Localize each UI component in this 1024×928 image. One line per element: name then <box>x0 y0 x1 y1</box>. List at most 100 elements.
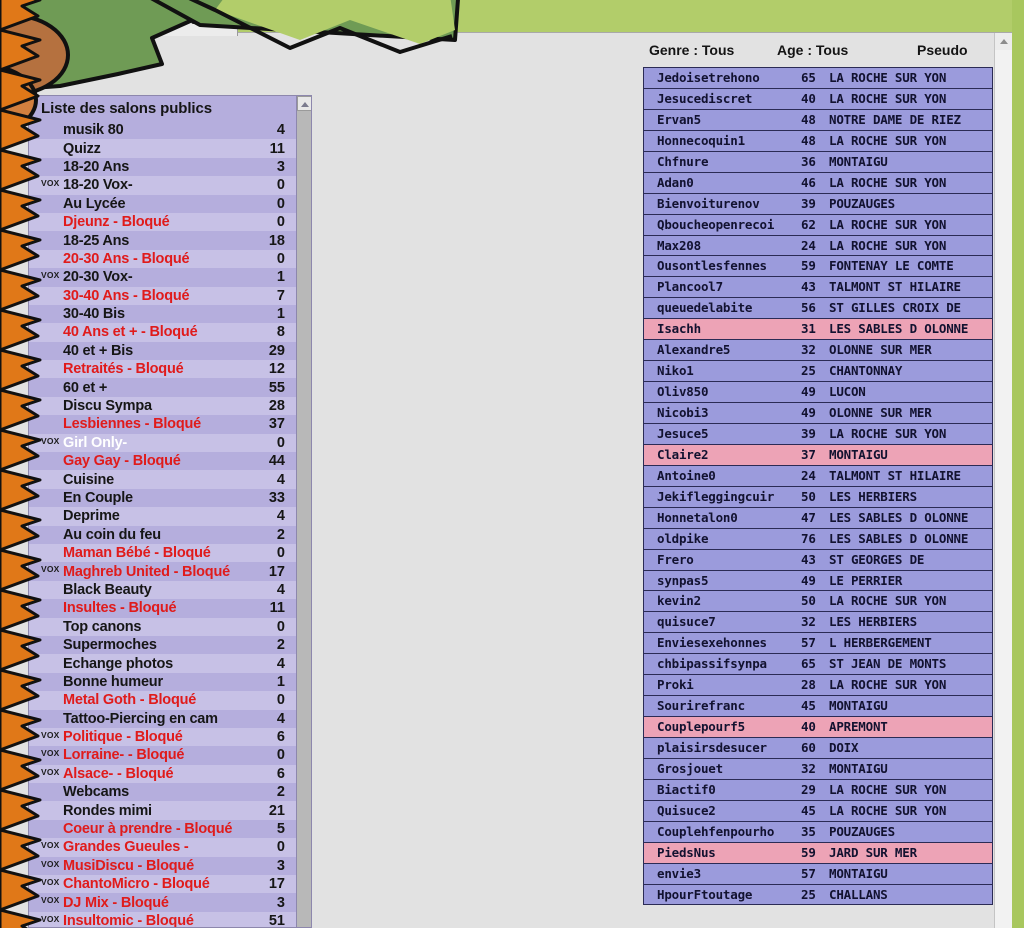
salon-row[interactable]: 40 Ans et + - Bloqué 8 <box>29 323 311 342</box>
user-row[interactable]: Ousontlesfennes 59 FONTENAY LE COMTE <box>643 255 993 277</box>
salon-row[interactable]: Metal Goth - Bloqué 0 <box>29 691 311 710</box>
salons-scrollbar[interactable] <box>296 96 311 927</box>
salon-row[interactable]: VOX ChantoMicro - Bloqué 17 <box>29 875 311 894</box>
salon-row[interactable]: Supermoches 2 <box>29 636 311 654</box>
user-row[interactable]: Jekifleggingcuir 50 LES HERBIERS <box>643 485 993 507</box>
user-row[interactable]: chbipassifsynpa 65 ST JEAN DE MONTS <box>643 653 993 675</box>
salon-row[interactable]: VOX Girl Only- 0 <box>29 433 311 453</box>
salon-row[interactable]: Djeunz - Bloqué 0 <box>29 212 311 232</box>
salon-row[interactable]: Lesbiennes - Bloqué 37 <box>29 415 311 433</box>
salon-row[interactable]: Insultes - Bloqué 11 <box>29 599 311 617</box>
user-row[interactable]: Couplehfenpourho 35 POUZAUGES <box>643 820 993 842</box>
user-row[interactable]: plaisirsdesucer 60 DOIX <box>643 737 993 758</box>
filter-age[interactable]: Age : Tous <box>777 42 848 58</box>
user-row[interactable]: envie3 57 MONTAIGU <box>643 862 993 884</box>
salon-row[interactable]: En Couple 33 <box>29 489 311 507</box>
user-row[interactable]: oldpike 76 LES SABLES D OLONNE <box>643 527 993 549</box>
user-row[interactable]: Plancool7 43 TALMONT ST HILAIRE <box>643 276 993 298</box>
salon-row[interactable]: Gay Gay - Bloqué 44 <box>29 452 311 470</box>
user-row[interactable]: Nicobi3 49 OLONNE SUR MER <box>643 402 993 423</box>
user-row[interactable]: Ervan5 48 NOTRE DAME DE RIEZ <box>643 108 993 130</box>
salon-row[interactable]: Maman Bébé - Bloqué 0 <box>29 543 311 563</box>
user-row[interactable]: Qboucheopenrecoi 62 LA ROCHE SUR YON <box>643 213 993 235</box>
salon-name: En Couple <box>63 490 133 506</box>
user-row[interactable]: PiedsNus 59 JARD SUR MER <box>643 841 993 863</box>
user-row[interactable]: quisuce7 32 LES HERBIERS <box>643 611 993 633</box>
salon-row[interactable]: Webcams 2 <box>29 783 311 801</box>
user-row[interactable]: Couplepourf5 40 APREMONT <box>643 716 993 737</box>
salon-row[interactable]: VOX DJ Mix - Bloqué 3 <box>29 893 311 911</box>
salon-row[interactable]: Top canons 0 <box>29 617 311 636</box>
filter-genre[interactable]: Genre : Tous <box>649 42 734 58</box>
salon-row[interactable]: VOX MusiDiscu - Bloqué 3 <box>29 857 311 875</box>
user-row[interactable]: Proki 28 LA ROCHE SUR YON <box>643 674 993 696</box>
salon-row[interactable]: Coeur à prendre - Bloqué 5 <box>29 820 311 838</box>
user-pseudo: plaisirsdesucer <box>657 740 767 755</box>
salon-row[interactable]: musik 80 4 <box>29 121 311 139</box>
user-row[interactable]: Oliv850 49 LUCON <box>643 381 993 402</box>
user-row[interactable]: Antoine0 24 TALMONT ST HILAIRE <box>643 464 993 486</box>
salon-row[interactable]: Tattoo-Piercing en cam 4 <box>29 710 311 728</box>
user-row[interactable]: Alexandre5 32 OLONNE SUR MER <box>643 339 993 361</box>
user-row[interactable]: Frero43ST GEORGES DEMONTAIGU <box>643 548 993 570</box>
salons-panel: Liste des salons publics musik 80 4 Quizz 1… <box>28 95 312 928</box>
salon-row[interactable]: 30-40 Bis 1 <box>29 305 311 323</box>
salon-row[interactable]: Quizz 11 <box>29 139 311 158</box>
user-age: 48 <box>801 111 816 127</box>
user-row[interactable]: Enviesexehonnes 57 L HERBERGEMENT <box>643 632 993 654</box>
salon-name: MusiDiscu - Bloqué <box>63 857 194 874</box>
salon-row[interactable]: Retraités - Bloqué 12 <box>29 360 311 379</box>
salon-row[interactable]: Au Lycée 0 <box>29 195 311 213</box>
vox-badge-icon: VOX <box>41 858 60 869</box>
user-row[interactable]: Isachh 31 LES SABLES D OLONNE <box>643 318 993 340</box>
triangle-up-icon[interactable] <box>297 96 311 111</box>
salon-row[interactable]: 18-25 Ans 18 <box>29 231 311 249</box>
salon-row[interactable]: Discu Sympa 28 <box>29 396 311 416</box>
user-row[interactable]: Bienvoiturenov 39 POUZAUGES <box>643 192 993 214</box>
user-row[interactable]: Jesucediscret 40 LA ROCHE SUR YON <box>643 87 993 109</box>
user-row[interactable]: Max208 24 LA ROCHE SUR YON <box>643 234 993 256</box>
salon-row[interactable]: 40 et + Bis 29 <box>29 342 311 360</box>
user-row[interactable]: kevin2 50 LA ROCHE SUR YON <box>643 590 993 612</box>
tab-accueil[interactable]: Accueil <box>150 3 238 36</box>
user-row[interactable]: Honnetalon0 47 LES SABLES D OLONNE <box>643 506 993 528</box>
user-row[interactable]: Niko1 25 CHANTONNAY <box>643 360 993 382</box>
salon-row[interactable]: 30-40 Ans - Bloqué 7 <box>29 286 311 305</box>
salon-row[interactable]: VOX Grandes Gueules - 0 <box>29 838 311 857</box>
user-row[interactable]: Sourirefranc 45 MONTAIGU <box>643 695 993 717</box>
salon-row[interactable]: Rondes mimi 21 <box>29 801 311 820</box>
salon-row[interactable]: VOX Alsace- - Bloqué 6 <box>29 764 311 784</box>
salon-row[interactable]: VOX Insultomic - Bloqué 51 <box>29 911 311 927</box>
user-row[interactable]: Biactif0 29 LA ROCHE SUR YON <box>643 778 993 800</box>
user-row[interactable]: Adan0 46 LA ROCHE SUR YON <box>643 171 993 193</box>
salon-row[interactable]: VOX 18-20 Vox- 0 <box>29 176 311 195</box>
user-row[interactable]: Quisuce2 45 LA ROCHE SUR YON <box>643 799 993 821</box>
user-row[interactable]: synpas5 49 LE PERRIER <box>643 569 993 591</box>
salon-row[interactable]: Black Beauty 4 <box>29 580 311 600</box>
user-city: CHANTONNAY <box>829 363 903 379</box>
salon-row[interactable]: Bonne humeur 1 <box>29 673 311 691</box>
triangle-up-icon[interactable] <box>995 33 1013 50</box>
user-row[interactable]: HpourFtoutage 25 CHALLANS <box>643 883 993 905</box>
user-row[interactable]: Jesuce5 39 LA ROCHE SUR YON <box>643 422 993 444</box>
salon-row[interactable]: VOX Maghreb United - Bloqué 17 <box>29 562 311 580</box>
salon-row[interactable]: Au coin du feu 2 <box>29 526 311 544</box>
salon-row[interactable]: 20-30 Ans - Bloqué 0 <box>29 249 311 269</box>
salon-row[interactable]: 18-20 Ans 3 <box>29 158 311 176</box>
salon-row[interactable]: Echange photos 4 <box>29 654 311 673</box>
user-row[interactable]: Claire2 37 MONTAIGU <box>643 443 993 465</box>
salon-row[interactable]: Cuisine 4 <box>29 470 311 489</box>
user-row[interactable]: queuedelabite56ST GILLES CROIX DEVIE <box>643 297 993 319</box>
salon-row[interactable]: Deprime 4 <box>29 507 311 526</box>
user-row[interactable]: Jedoisetrehono 65 LA ROCHE SUR YON <box>643 67 993 88</box>
user-row[interactable]: Honnecoquin1 48 LA ROCHE SUR YON <box>643 129 993 151</box>
salon-row[interactable]: 60 et + 55 <box>29 378 311 396</box>
filter-pseudo[interactable]: Pseudo <box>917 42 968 58</box>
user-pseudo: Sourirefranc <box>657 698 745 714</box>
user-row[interactable]: Chfnure 36 MONTAIGU <box>643 150 993 172</box>
salon-row[interactable]: VOX Lorraine- - Bloqué 0 <box>29 746 311 764</box>
salon-row[interactable]: VOX 20-30 Vox- 1 <box>29 268 311 286</box>
users-scrollbar[interactable] <box>994 33 1013 928</box>
user-row[interactable]: Grosjouet 32 MONTAIGU <box>643 757 993 779</box>
salon-row[interactable]: VOX Politique - Bloqué 6 <box>29 727 311 747</box>
